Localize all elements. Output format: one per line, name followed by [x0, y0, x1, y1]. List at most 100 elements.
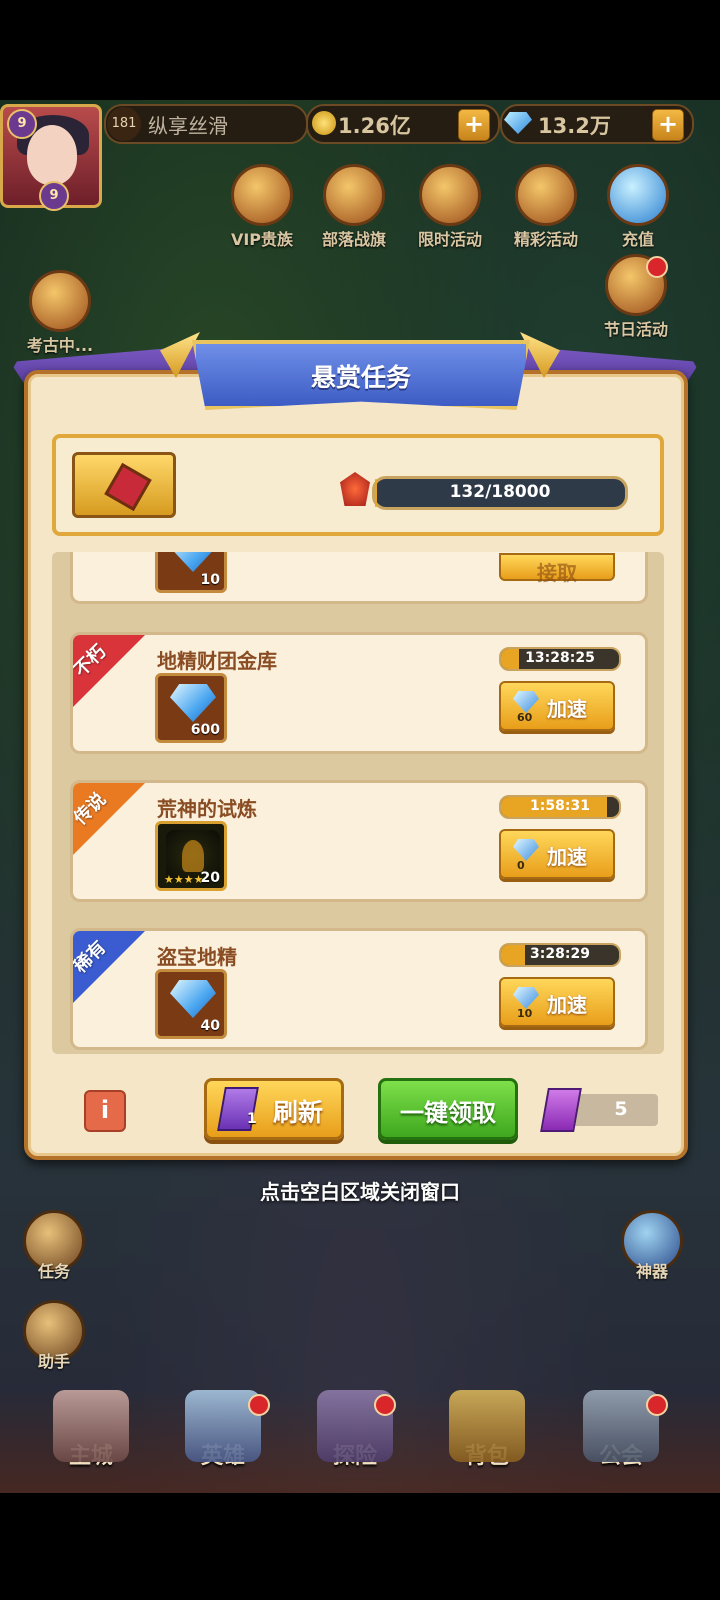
- vip-label: VIP贵族: [230, 230, 294, 249]
- quest-title: 荒神的试炼: [157, 797, 257, 821]
- ruby-gem-icon: [104, 462, 152, 512]
- quest-timer: 3:28:29: [499, 943, 621, 967]
- claim-all-label: 一键领取: [400, 1099, 496, 1127]
- accept-button[interactable]: 接取: [499, 553, 615, 585]
- recharge-label: 充值: [621, 230, 654, 249]
- bounty-progress-bar: 132/18000: [372, 476, 628, 510]
- recharge-button[interactable]: 充值: [598, 164, 678, 250]
- timer-text: 1:58:31: [530, 798, 590, 814]
- backpack-icon: [449, 1390, 525, 1462]
- notification-dot: [374, 1394, 396, 1416]
- diamond-icon: [513, 839, 539, 861]
- avatar-face: [27, 125, 77, 185]
- artifact-label: 神器: [635, 1262, 668, 1281]
- speed-cost: 60: [517, 711, 533, 724]
- quest-title: 盗宝地精: [157, 945, 237, 969]
- bounty-header: 132/18000: [52, 434, 664, 536]
- refresh-cards-count: 5: [614, 1098, 628, 1120]
- bottom-navigation: 主城 英雄 探险 背包 公会: [0, 1390, 720, 1493]
- diamond-icon: [513, 691, 539, 713]
- banner-icon: [323, 164, 385, 226]
- dialog-title-banner: 悬赏任务: [192, 340, 530, 410]
- speed-up-button[interactable]: 60 加速: [499, 681, 615, 731]
- tribe-banner-label: 部落战旗: [321, 230, 386, 249]
- quest-card: 不朽 地精财团金库 600 13:28:25 60 加速: [70, 632, 648, 754]
- compass-icon: [419, 164, 481, 226]
- diamond-icon: [607, 164, 669, 226]
- nav-explore[interactable]: 探险: [300, 1390, 410, 1470]
- castle-icon: [53, 1390, 129, 1462]
- add-gold-button[interactable]: +: [458, 109, 490, 141]
- quest-reward[interactable]: 40: [155, 969, 227, 1039]
- notification-dot: [646, 1394, 668, 1416]
- bounty-ticket-icon: [72, 452, 176, 518]
- limited-event-label: 限时活动: [417, 230, 482, 249]
- archaeology-button[interactable]: 考古中...: [20, 270, 100, 356]
- speed-up-button[interactable]: 10 加速: [499, 977, 615, 1027]
- festival-button[interactable]: 节日活动: [596, 254, 676, 340]
- diamond-icon: [170, 980, 216, 1018]
- player-level: 181: [107, 107, 141, 141]
- diamond-icon: [504, 112, 532, 134]
- speed-cost: 10: [517, 1007, 533, 1020]
- reward-stars: ★★★★: [164, 873, 204, 886]
- quest-title: 地精财团金库: [157, 649, 277, 673]
- refresh-label: 刷新: [273, 1098, 324, 1127]
- claim-all-button[interactable]: 一键领取: [378, 1078, 518, 1140]
- limited-event-button[interactable]: 限时活动: [410, 164, 490, 250]
- avatar-level-badge: 9: [7, 109, 37, 139]
- game-screen: 9 9 181 纵享丝滑 1.26亿 + 13.2万 + VIP贵族 部落战旗 …: [0, 100, 720, 1493]
- featured-event-button[interactable]: 精彩活动: [506, 164, 586, 250]
- diamond-icon: [170, 552, 216, 572]
- quests-button[interactable]: 任务: [12, 1210, 96, 1282]
- artifact-button[interactable]: 神器: [610, 1210, 694, 1282]
- speed-cost: 0: [517, 859, 525, 872]
- bounty-point-icon: [340, 472, 370, 506]
- assistant-button[interactable]: 助手: [12, 1300, 96, 1372]
- rarity-badge: 不朽: [73, 635, 149, 711]
- quest-card: 稀有 盗宝地精 40 3:28:29 10 加速: [70, 928, 648, 1050]
- quest-reward[interactable]: ★★★★ 20: [155, 821, 227, 891]
- tribe-banner-button[interactable]: 部落战旗: [314, 164, 394, 250]
- refresh-button[interactable]: 1 刷新: [204, 1078, 344, 1140]
- speed-up-label: 加速: [547, 993, 587, 1017]
- reward-qty: 20: [200, 870, 220, 886]
- nav-heroes[interactable]: 英雄: [168, 1390, 278, 1470]
- crown-icon: [231, 164, 293, 226]
- nav-main-city[interactable]: 主城: [36, 1390, 146, 1470]
- player-name: 纵享丝滑: [148, 114, 228, 138]
- close-hint: 点击空白区域关闭窗口: [260, 1180, 460, 1204]
- rarity-label: 传说: [70, 788, 111, 830]
- quest-reward[interactable]: 600: [155, 673, 227, 743]
- quest-reward[interactable]: 10: [155, 552, 227, 593]
- archaeology-label: 考古中...: [26, 336, 94, 355]
- treasure-icon: [29, 270, 91, 332]
- notification-dot: [248, 1394, 270, 1416]
- add-diamond-button[interactable]: +: [652, 109, 684, 141]
- avatar-star-badge: 9: [39, 181, 69, 211]
- info-button[interactable]: i: [84, 1090, 126, 1132]
- player-name-pill: 181 纵享丝滑: [104, 104, 308, 144]
- player-avatar[interactable]: 9 9: [0, 104, 102, 211]
- nav-backpack[interactable]: 背包: [432, 1390, 542, 1470]
- rarity-badge: 传说: [70, 783, 149, 859]
- festival-label: 节日活动: [603, 320, 668, 339]
- timer-text: 3:28:29: [530, 946, 590, 962]
- quest-card-partial: 10 接取: [70, 552, 648, 604]
- gold-resource: 1.26亿 +: [306, 104, 500, 144]
- diamond-amount: 13.2万: [538, 114, 611, 138]
- vip-button[interactable]: VIP贵族: [222, 164, 302, 250]
- speed-up-button[interactable]: 0 加速: [499, 829, 615, 879]
- speed-up-label: 加速: [547, 845, 587, 869]
- dialog-title: 悬赏任务: [310, 363, 411, 392]
- nav-guild[interactable]: 公会: [566, 1390, 676, 1470]
- gold-amount: 1.26亿: [338, 114, 411, 138]
- quest-timer: 13:28:25: [499, 647, 621, 671]
- featured-event-label: 精彩活动: [513, 230, 578, 249]
- notification-dot: [646, 256, 668, 278]
- quest-timer: 1:58:31: [499, 795, 621, 819]
- quest-list[interactable]: 10 接取 不朽 地精财团金库 600 13:28:25 60 加速 传说 荒神…: [52, 552, 664, 1054]
- gold-coin-icon: [312, 111, 336, 135]
- rarity-label: 稀有: [70, 936, 111, 978]
- assistant-label: 助手: [37, 1352, 70, 1371]
